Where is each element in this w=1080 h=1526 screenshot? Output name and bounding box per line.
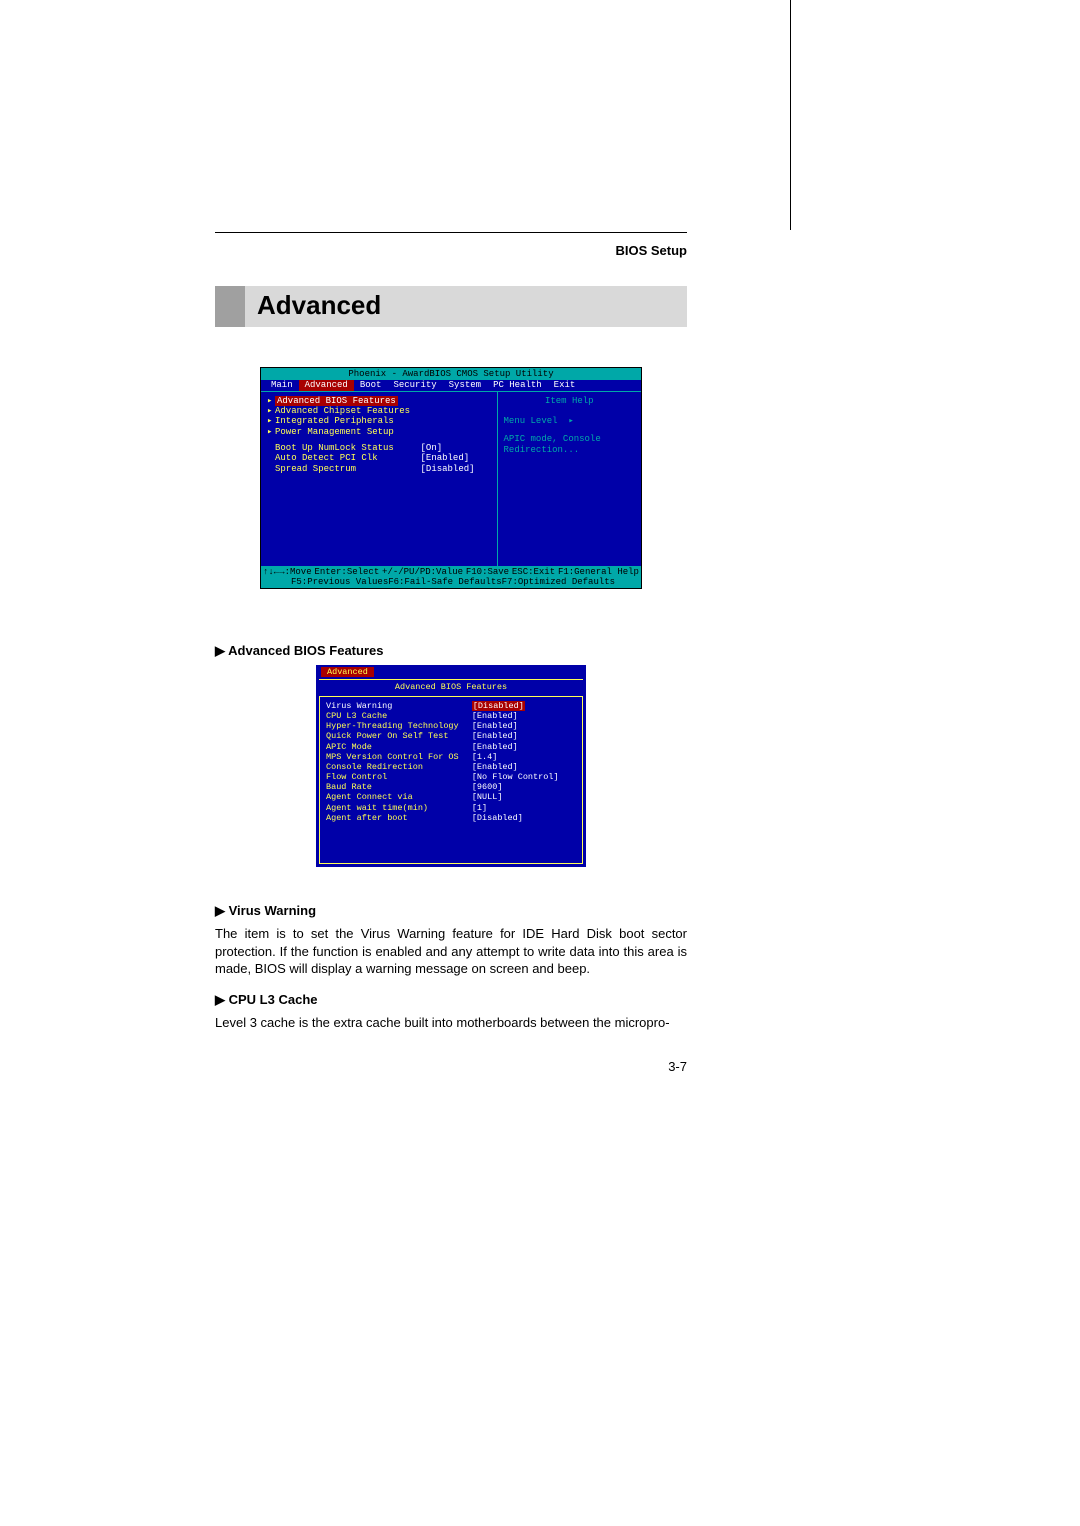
bios-menu-advanced[interactable]: Advanced (299, 380, 354, 390)
l3-cache-text: Level 3 cache is the extra cache built i… (215, 1014, 687, 1032)
setting-row[interactable]: Auto Detect PCI Clk[Enabled] (267, 453, 491, 463)
bios-main-screen: Phoenix - AwardBIOS CMOS Setup Utility M… (260, 367, 642, 589)
footer-hint: F5:Previous Values (291, 577, 388, 587)
virus-warning-text: The item is to set the Virus Warning fea… (215, 925, 687, 978)
arrow-right-icon: ▶ (215, 643, 225, 658)
setting-row[interactable]: Boot Up NumLock Status[On] (267, 443, 491, 453)
submenu-item[interactable]: ▸Advanced BIOS Features (267, 396, 491, 406)
vertical-rule (790, 0, 791, 230)
setting-row[interactable]: Agent after boot[Disabled] (326, 813, 576, 823)
setting-row[interactable]: Flow Control[No Flow Control] (326, 772, 576, 782)
bios-sub-body: Virus Warning[Disabled] CPU L3 Cache[Ena… (319, 697, 583, 864)
bios-sub-screen: Advanced Advanced BIOS Features Virus Wa… (316, 665, 586, 867)
setting-row[interactable]: APIC Mode[Enabled] (326, 742, 576, 752)
page-title: Advanced (245, 286, 687, 327)
arrow-right-icon: ▶ (215, 992, 225, 1007)
title-accent (215, 286, 245, 327)
help-text: APIC mode, Console Redirection... (504, 434, 635, 455)
submenu-item[interactable]: ▸Power Management Setup (267, 427, 491, 437)
footer-hint: ESC:Exit (512, 567, 555, 577)
menu-level: Menu Level ▸ (504, 416, 635, 426)
submenu-item[interactable]: ▸Advanced Chipset Features (267, 406, 491, 416)
setting-row[interactable]: MPS Version Control For OS[1.4] (326, 752, 576, 762)
content-area: BIOS Setup Advanced Phoenix - AwardBIOS … (215, 232, 687, 1059)
footer-hint: F10:Save (466, 567, 509, 577)
page: BIOS Setup Advanced Phoenix - AwardBIOS … (0, 0, 1080, 1526)
section-heading-adv-bios: ▶ Advanced BIOS Features (215, 643, 687, 659)
setting-row[interactable]: Virus Warning[Disabled] (326, 701, 576, 711)
bios-menu-pchealth[interactable]: PC Health (487, 380, 548, 390)
bios-menu-bar[interactable]: Main Advanced Boot Security System PC He… (261, 380, 641, 390)
bios-menu-system[interactable]: System (443, 380, 487, 390)
setting-row[interactable]: Hyper-Threading Technology[Enabled] (326, 721, 576, 731)
footer-hint: Enter:Select (314, 567, 379, 577)
bios-menu-main[interactable]: Main (265, 380, 299, 390)
bios-help-panel: Item Help Menu Level ▸ APIC mode, Consol… (498, 391, 641, 566)
footer-hint: F7:Optimized Defaults (502, 577, 615, 587)
setting-row[interactable]: Agent Connect via[NULL] (326, 792, 576, 802)
submenu-item[interactable]: ▸Integrated Peripherals (267, 416, 491, 426)
setting-row[interactable]: Console Redirection[Enabled] (326, 762, 576, 772)
bios-body: ▸Advanced BIOS Features ▸Advanced Chipse… (261, 391, 641, 566)
section-heading-virus: ▶ Virus Warning (215, 903, 687, 919)
section-title-bar: Advanced (215, 286, 687, 327)
footer-hint: +/-/PU/PD:Value (382, 567, 463, 577)
footer-hint: F6:Fail-Safe Defaults (388, 577, 501, 587)
bios-footer: ↑↓←→:Move Enter:Select +/-/PU/PD:Value F… (261, 566, 641, 589)
bios-utility-title: Phoenix - AwardBIOS CMOS Setup Utility (261, 368, 641, 380)
setting-row[interactable]: Baud Rate[9600] (326, 782, 576, 792)
bios-sub-tab[interactable]: Advanced (321, 667, 374, 677)
setting-row[interactable]: Spread Spectrum[Disabled] (267, 464, 491, 474)
page-number: 3-7 (215, 1059, 687, 1074)
bios-sub-tabbar: Advanced (317, 666, 585, 678)
footer-hint: ↑↓←→:Move (263, 567, 312, 577)
bios-menu-exit[interactable]: Exit (548, 380, 582, 390)
bios-left-panel: ▸Advanced BIOS Features ▸Advanced Chipse… (261, 391, 498, 566)
header-label: BIOS Setup (215, 243, 687, 258)
bios-menu-security[interactable]: Security (387, 380, 442, 390)
bios-menu-boot[interactable]: Boot (354, 380, 388, 390)
setting-row[interactable]: Agent wait time(min)[1] (326, 803, 576, 813)
setting-row[interactable]: Quick Power On Self Test[Enabled] (326, 731, 576, 741)
bios-sub-title: Advanced BIOS Features (319, 679, 583, 697)
chevron-right-icon: ▸ (568, 416, 573, 426)
arrow-right-icon: ▶ (215, 903, 225, 918)
help-header: Item Help (504, 396, 635, 406)
footer-hint: F1:General Help (558, 567, 639, 577)
section-heading-l3: ▶ CPU L3 Cache (215, 992, 687, 1008)
horizontal-rule (215, 232, 687, 233)
setting-row[interactable]: CPU L3 Cache[Enabled] (326, 711, 576, 721)
